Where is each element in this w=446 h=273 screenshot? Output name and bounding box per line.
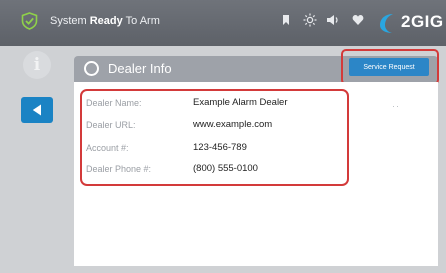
dealer-info-icon	[84, 61, 99, 76]
info-icon: i	[23, 51, 51, 79]
bookmark-icon[interactable]	[282, 14, 290, 26]
account-number-label: Account #:	[86, 143, 129, 153]
status-word: Ready	[89, 15, 123, 27]
dealer-phone-value: (800) 555-0100	[193, 163, 258, 174]
service-request-button[interactable]: Service Request	[349, 58, 429, 76]
status-bar: System Ready To Arm 2GIG	[0, 0, 446, 46]
account-number-value: 123-456-789	[193, 142, 247, 153]
dealer-url-value: www.example.com	[193, 119, 273, 130]
heart-icon[interactable]	[352, 14, 364, 26]
more-options-icon[interactable]: ··	[392, 101, 400, 111]
shield-check-icon	[21, 12, 38, 30]
left-nav	[0, 46, 72, 273]
system-status-text: System Ready To Arm	[50, 15, 160, 27]
dealer-url-label: Dealer URL:	[86, 120, 136, 130]
back-button[interactable]	[21, 97, 53, 123]
volume-icon[interactable]	[326, 14, 340, 26]
brand-logo: 2GIG	[377, 10, 445, 36]
logo-text: 2GIG	[401, 12, 444, 31]
dealer-name-value: Example Alarm Dealer	[193, 97, 288, 108]
page-title: Dealer Info	[108, 61, 172, 76]
brightness-icon[interactable]	[303, 13, 317, 27]
dealer-phone-label: Dealer Phone #:	[86, 164, 152, 174]
dealer-name-label: Dealer Name:	[86, 98, 142, 108]
logo-swoosh-icon	[380, 14, 393, 33]
status-suffix: To Arm	[122, 15, 160, 27]
back-arrow-icon	[32, 104, 41, 116]
status-prefix: System	[50, 15, 90, 27]
